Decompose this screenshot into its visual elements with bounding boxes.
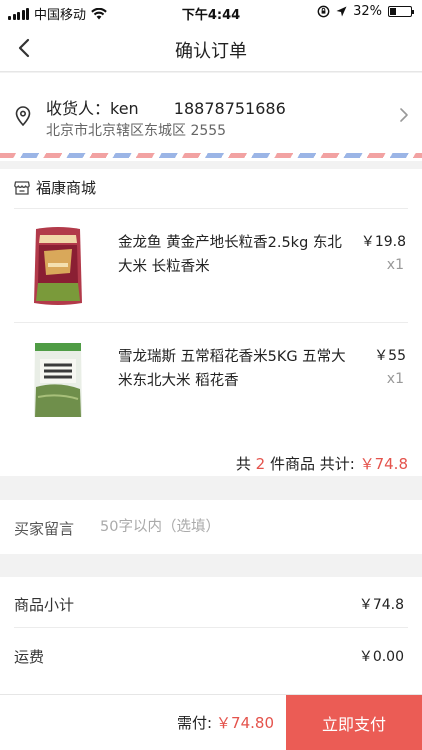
subtotal-row: 商品小计 ￥74.8 <box>14 577 408 629</box>
store-section: 福康商城 金龙鱼 黄金产地长粒香2.5kg 东北大米 长粒香米 ￥19.8 x1 <box>0 169 422 476</box>
chevron-right-icon <box>400 108 408 122</box>
product-title: 雪龙瑞斯 五常稻花香米5KG 五常大米东北大米 稻花香 <box>118 349 346 389</box>
amount-due-label: 需付: <box>176 714 213 732</box>
product-item[interactable]: 雪龙瑞斯 五常稻花香米5KG 五常大米东北大米 稻花香 ￥55 x1 <box>0 325 422 435</box>
envelope-stripe <box>0 153 422 158</box>
battery-fill <box>390 8 397 15</box>
buyer-message-input[interactable] <box>100 514 400 540</box>
battery-icon <box>388 6 414 17</box>
buyer-message-label: 买家留言 <box>14 520 75 538</box>
checkout-bar: 需付: ￥74.80 立即支付 <box>0 694 422 750</box>
store-name: 福康商城 <box>36 179 97 197</box>
subtotal-label: 商品小计 <box>14 596 75 614</box>
product-price: ￥19.8 <box>360 234 406 250</box>
receiver-phone: 18878751686 <box>173 99 286 118</box>
amount-due-value: ￥74.80 <box>216 714 274 732</box>
status-bar: 中国移动 下午4:44 32% <box>0 0 422 24</box>
product-image <box>30 337 86 423</box>
buyer-message-row: 买家留言 <box>0 500 422 554</box>
product-item[interactable]: 金龙鱼 黄金产地长粒香2.5kg 东北大米 长粒香米 ￥19.8 x1 <box>0 211 422 321</box>
location-pin-icon <box>15 106 31 126</box>
shipping-row: 运费 ￥0.00 <box>14 629 408 681</box>
product-quantity: x1 <box>386 257 404 273</box>
summary-total: ￥74.8 <box>359 455 408 473</box>
subtotal-value: ￥74.8 <box>358 597 404 613</box>
store-header: 福康商城 <box>14 177 96 198</box>
divider <box>14 322 408 323</box>
product-quantity: x1 <box>386 371 404 387</box>
rotation-lock-icon <box>317 5 330 18</box>
product-price: ￥55 <box>374 348 406 364</box>
receiver-name: ken <box>110 99 139 118</box>
nav-bar: 确认订单 <box>0 24 422 72</box>
summary-prefix: 共 <box>235 455 251 473</box>
order-summary: 共 2 件商品 共计: ￥74.8 <box>236 453 408 474</box>
receiver-label: 收货人： <box>46 99 111 118</box>
shipping-address-card[interactable]: 收货人：ken 18878751686 北京市北京辖区东城区 2555 <box>0 73 422 161</box>
product-image <box>30 223 86 309</box>
pay-now-button[interactable]: 立即支付 <box>286 695 422 750</box>
product-title: 金龙鱼 黄金产地长粒香2.5kg 东北大米 长粒香米 <box>118 235 342 275</box>
battery-percent: 32% <box>353 4 382 19</box>
item-count: 2 <box>255 455 266 473</box>
location-arrow-icon <box>336 6 347 17</box>
shipping-label: 运费 <box>14 648 45 666</box>
shipping-value: ￥0.00 <box>358 649 404 665</box>
page-title: 确认订单 <box>175 41 247 62</box>
summary-middle: 件商品 共计: <box>269 455 355 473</box>
receiver-line: 收货人：ken 18878751686 <box>46 95 286 119</box>
shop-icon <box>14 180 30 195</box>
address-detail: 北京市北京辖区东城区 2555 <box>46 123 227 139</box>
divider <box>14 627 408 628</box>
divider <box>14 208 408 209</box>
status-right: 32% <box>317 4 414 19</box>
amount-due: 需付: ￥74.80 <box>177 712 274 733</box>
cost-breakdown: 商品小计 ￥74.8 运费 ￥0.00 <box>0 577 422 697</box>
